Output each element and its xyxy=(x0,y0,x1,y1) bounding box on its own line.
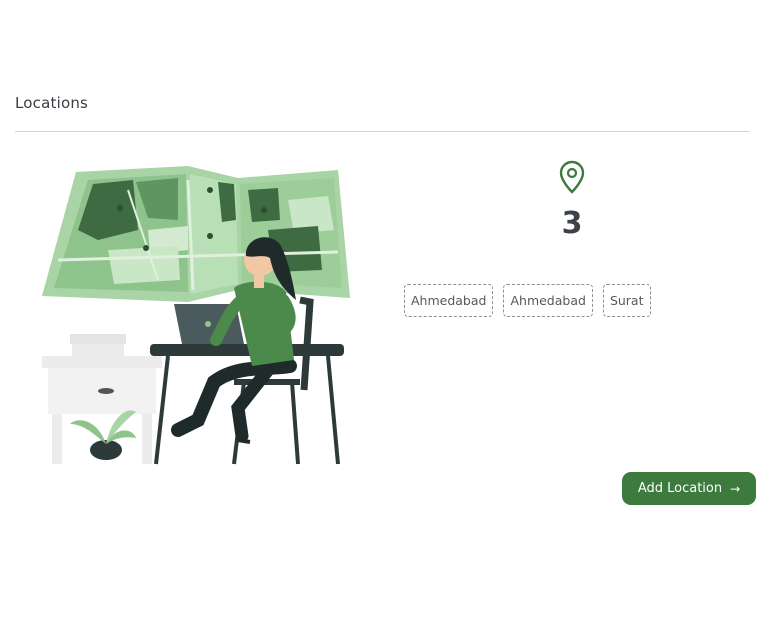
location-tag[interactable]: Surat xyxy=(602,284,651,317)
map-pin-icon xyxy=(559,160,585,194)
map-illustration xyxy=(42,166,350,302)
page-title: Locations xyxy=(15,94,89,112)
location-stats: 3 xyxy=(540,160,604,240)
location-illustration xyxy=(42,166,350,465)
add-location-button[interactable]: Add Location → xyxy=(622,472,756,505)
location-tag[interactable]: Ahmedabad xyxy=(503,284,593,317)
location-tag[interactable]: Ahmedabad xyxy=(404,284,494,317)
add-location-label: Add Location xyxy=(637,481,723,496)
location-tags: Ahmedabad Ahmedabad Surat xyxy=(404,284,651,317)
plant xyxy=(70,410,136,460)
arrow-right-icon: → xyxy=(730,481,741,496)
header-divider xyxy=(15,131,750,132)
location-count: 3 xyxy=(561,206,583,241)
